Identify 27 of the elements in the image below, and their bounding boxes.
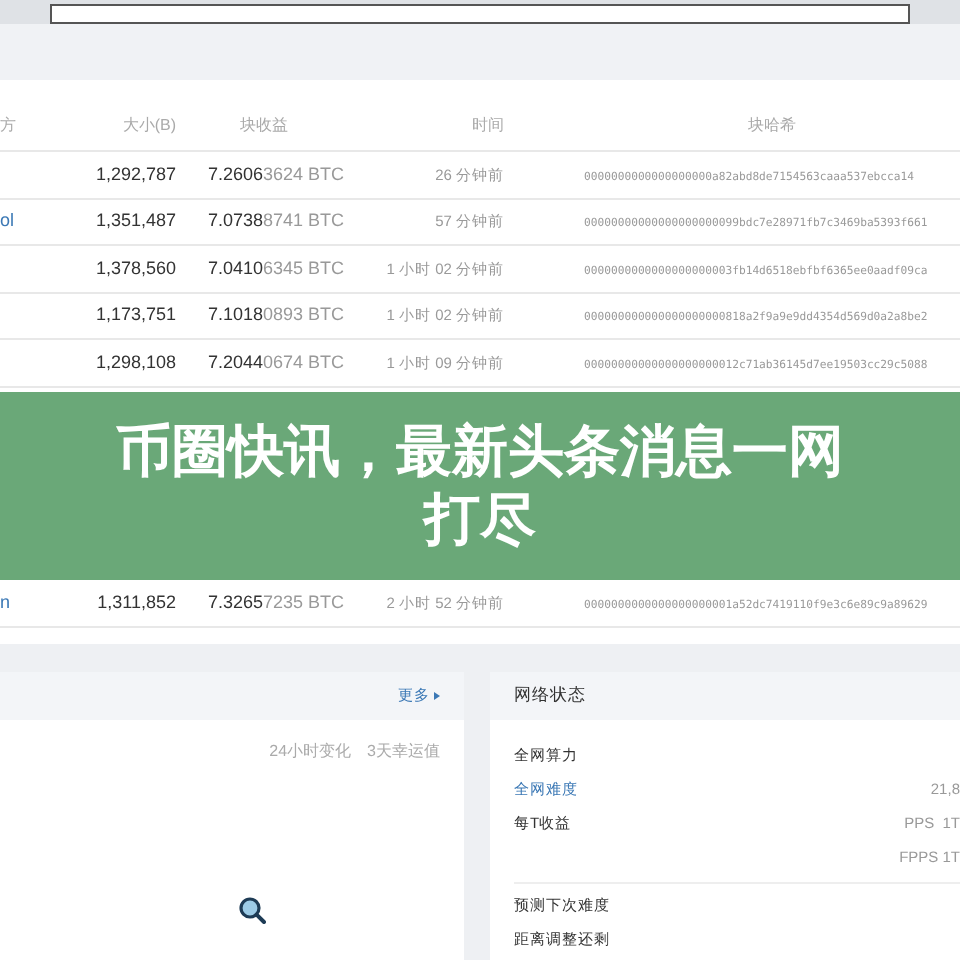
search-icon — [238, 895, 266, 924]
column-header: 时间 — [472, 115, 504, 133]
chart-tab[interactable]: 24小时变化 — [269, 739, 352, 764]
table-cell: 1,378,560 — [95, 257, 176, 278]
table-cell: 7.07388741 BTC — [208, 210, 345, 231]
table-cell: 7.26063624 BTC — [208, 163, 345, 184]
table-cell: 7.10180893 BTC — [208, 304, 345, 325]
caret-icon — [434, 691, 440, 700]
table-cell: 1,292,787 — [95, 163, 176, 184]
table-cell: 1,311,852 — [97, 591, 176, 612]
pool-link[interactable]: ol — [0, 210, 15, 231]
column-header: 块哈希 — [748, 115, 796, 133]
table-cell: 7.32657235 BTC — [208, 591, 345, 612]
search-field[interactable] — [50, 4, 910, 24]
column-header: 大小(B) — [122, 115, 176, 133]
headline-text: 打尽 — [424, 485, 536, 554]
table-cell: 1,351,487 — [95, 210, 176, 231]
pool-link[interactable]: n — [0, 591, 11, 612]
table-cell: 1,298,108 — [95, 351, 176, 372]
table-cell: 7.20440674 BTC — [208, 351, 345, 372]
table-cell: 7.04106345 BTC — [208, 257, 345, 278]
column-header: 块收益 — [240, 115, 288, 133]
headline-text: 币圈快讯，最新头条消息一网 — [116, 417, 844, 486]
chart-tab[interactable]: 3天幸运值 — [367, 739, 440, 764]
table-cell: 1,173,751 — [95, 304, 176, 325]
panel-title: 网络状态 — [514, 682, 586, 708]
column-header: 方 — [0, 115, 16, 133]
